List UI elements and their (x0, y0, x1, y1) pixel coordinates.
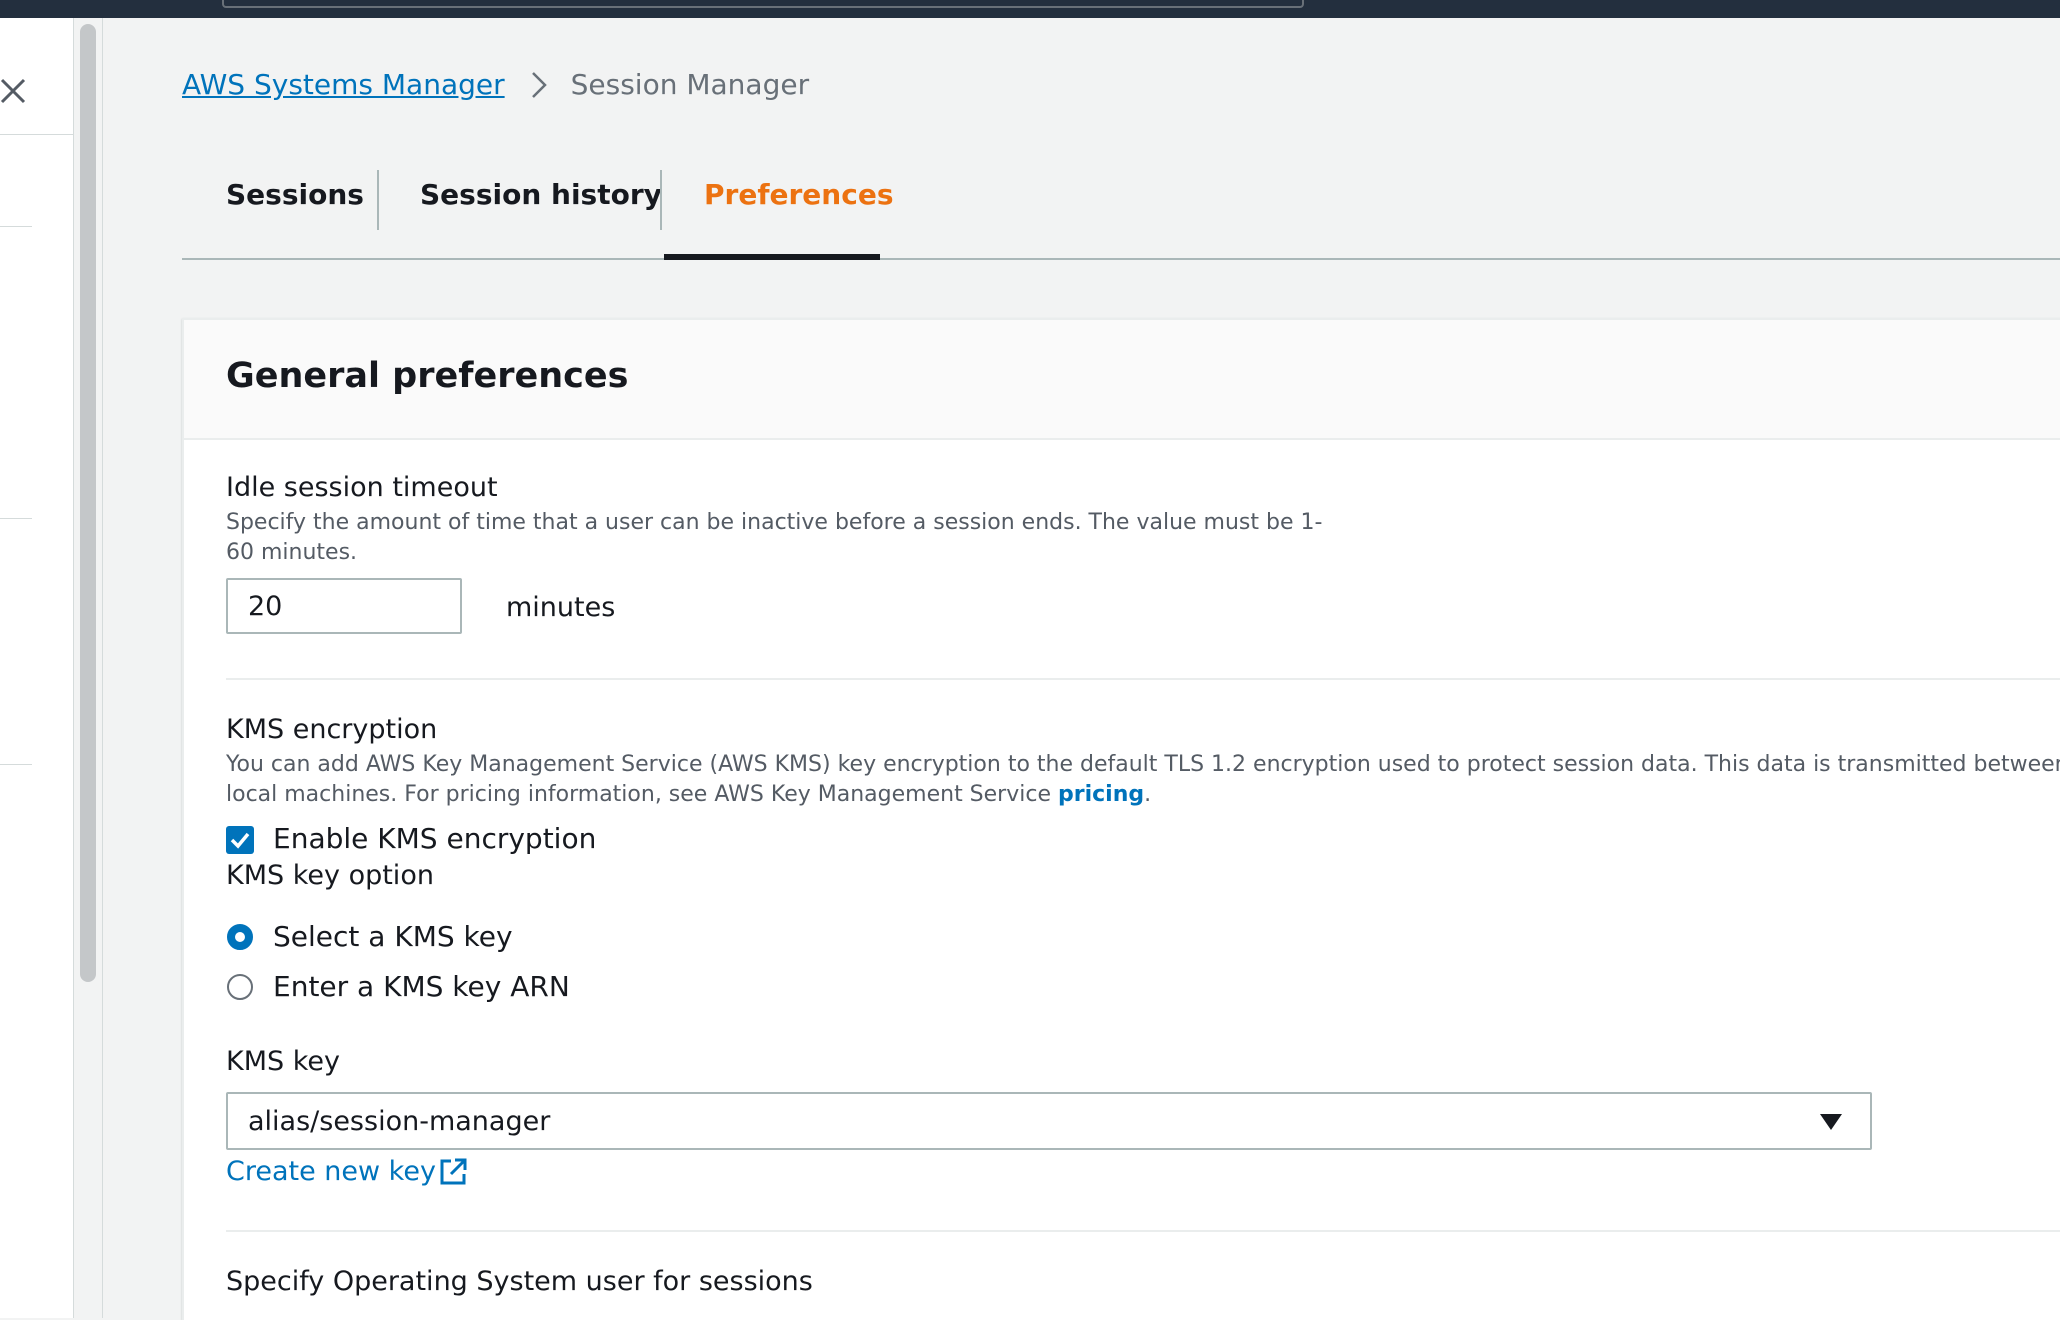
tab-session-history[interactable]: Session history (420, 178, 662, 211)
kms-key-label: KMS key (226, 1046, 340, 1077)
scrollbar-thumb[interactable] (80, 24, 96, 982)
active-tab-indicator (664, 254, 880, 260)
tab-divider (377, 170, 379, 230)
radio-enter-kms-arn[interactable] (227, 974, 253, 1000)
side-divider (0, 226, 32, 227)
kms-encryption-label: KMS encryption (226, 714, 438, 745)
kms-key-option-label: KMS key option (226, 860, 434, 891)
kms-key-selected-value: alias/session-manager (248, 1106, 551, 1137)
create-new-key-text: Create new key (226, 1156, 436, 1187)
create-new-key-link[interactable]: Create new key (226, 1156, 468, 1187)
panel-title: General preferences (226, 356, 629, 396)
breadcrumb: AWS Systems Manager Session Manager (182, 68, 809, 101)
kms-description-line: You can add AWS Key Management Service (… (226, 752, 2060, 777)
breadcrumb-current: Session Manager (570, 68, 810, 101)
idle-timeout-description-line: Specify the amount of time that a user c… (226, 510, 1323, 535)
chevron-right-icon (531, 71, 547, 99)
idle-timeout-value: 20 (248, 590, 283, 622)
idle-timeout-description: Specify the amount of time that a user c… (226, 508, 1322, 568)
section-divider (226, 678, 2060, 680)
idle-timeout-label: Idle session timeout (226, 472, 498, 503)
idle-timeout-description-line: 60 minutes. (226, 540, 358, 565)
idle-timeout-input[interactable]: 20 (226, 578, 462, 634)
radio-select-kms-key-label[interactable]: Select a KMS key (273, 920, 513, 953)
top-navigation-bar (0, 0, 2060, 18)
close-icon[interactable] (0, 76, 28, 114)
panel-header: General preferences (184, 320, 2060, 440)
tab-sessions[interactable]: Sessions (226, 178, 364, 211)
side-divider (0, 764, 32, 765)
radio-enter-kms-arn-label[interactable]: Enter a KMS key ARN (273, 970, 570, 1003)
kms-encryption-description: You can add AWS Key Management Service (… (226, 750, 2060, 810)
kms-description-text: . (1144, 782, 1152, 807)
global-search-input[interactable] (222, 0, 1304, 8)
idle-timeout-unit: minutes (506, 592, 616, 623)
tab-bar: Sessions Session history Preferences (182, 162, 2060, 260)
kms-description-line: local machines. For pricing information,… (226, 780, 2060, 810)
os-user-label: Specify Operating System user for sessio… (226, 1266, 813, 1297)
kms-description-text: local machines. For pricing information,… (226, 782, 1058, 807)
caret-down-icon (1820, 1114, 1842, 1134)
enable-kms-label[interactable]: Enable KMS encryption (273, 822, 596, 855)
breadcrumb-systems-manager-link[interactable]: AWS Systems Manager (182, 68, 505, 101)
radio-select-kms-key[interactable] (227, 924, 253, 950)
general-preferences-panel: General preferences Idle session timeout… (182, 318, 2060, 1320)
pricing-link[interactable]: pricing (1058, 782, 1144, 807)
section-divider (226, 1230, 2060, 1232)
tab-divider (660, 170, 662, 230)
check-icon (230, 832, 250, 849)
enable-kms-checkbox[interactable] (226, 826, 254, 854)
side-divider (0, 518, 32, 519)
side-navigation-panel (0, 18, 74, 1318)
kms-key-select[interactable]: alias/session-manager (226, 1092, 1872, 1150)
external-link-icon (438, 1157, 468, 1187)
tab-preferences[interactable]: Preferences (704, 178, 893, 211)
side-divider (0, 134, 73, 135)
